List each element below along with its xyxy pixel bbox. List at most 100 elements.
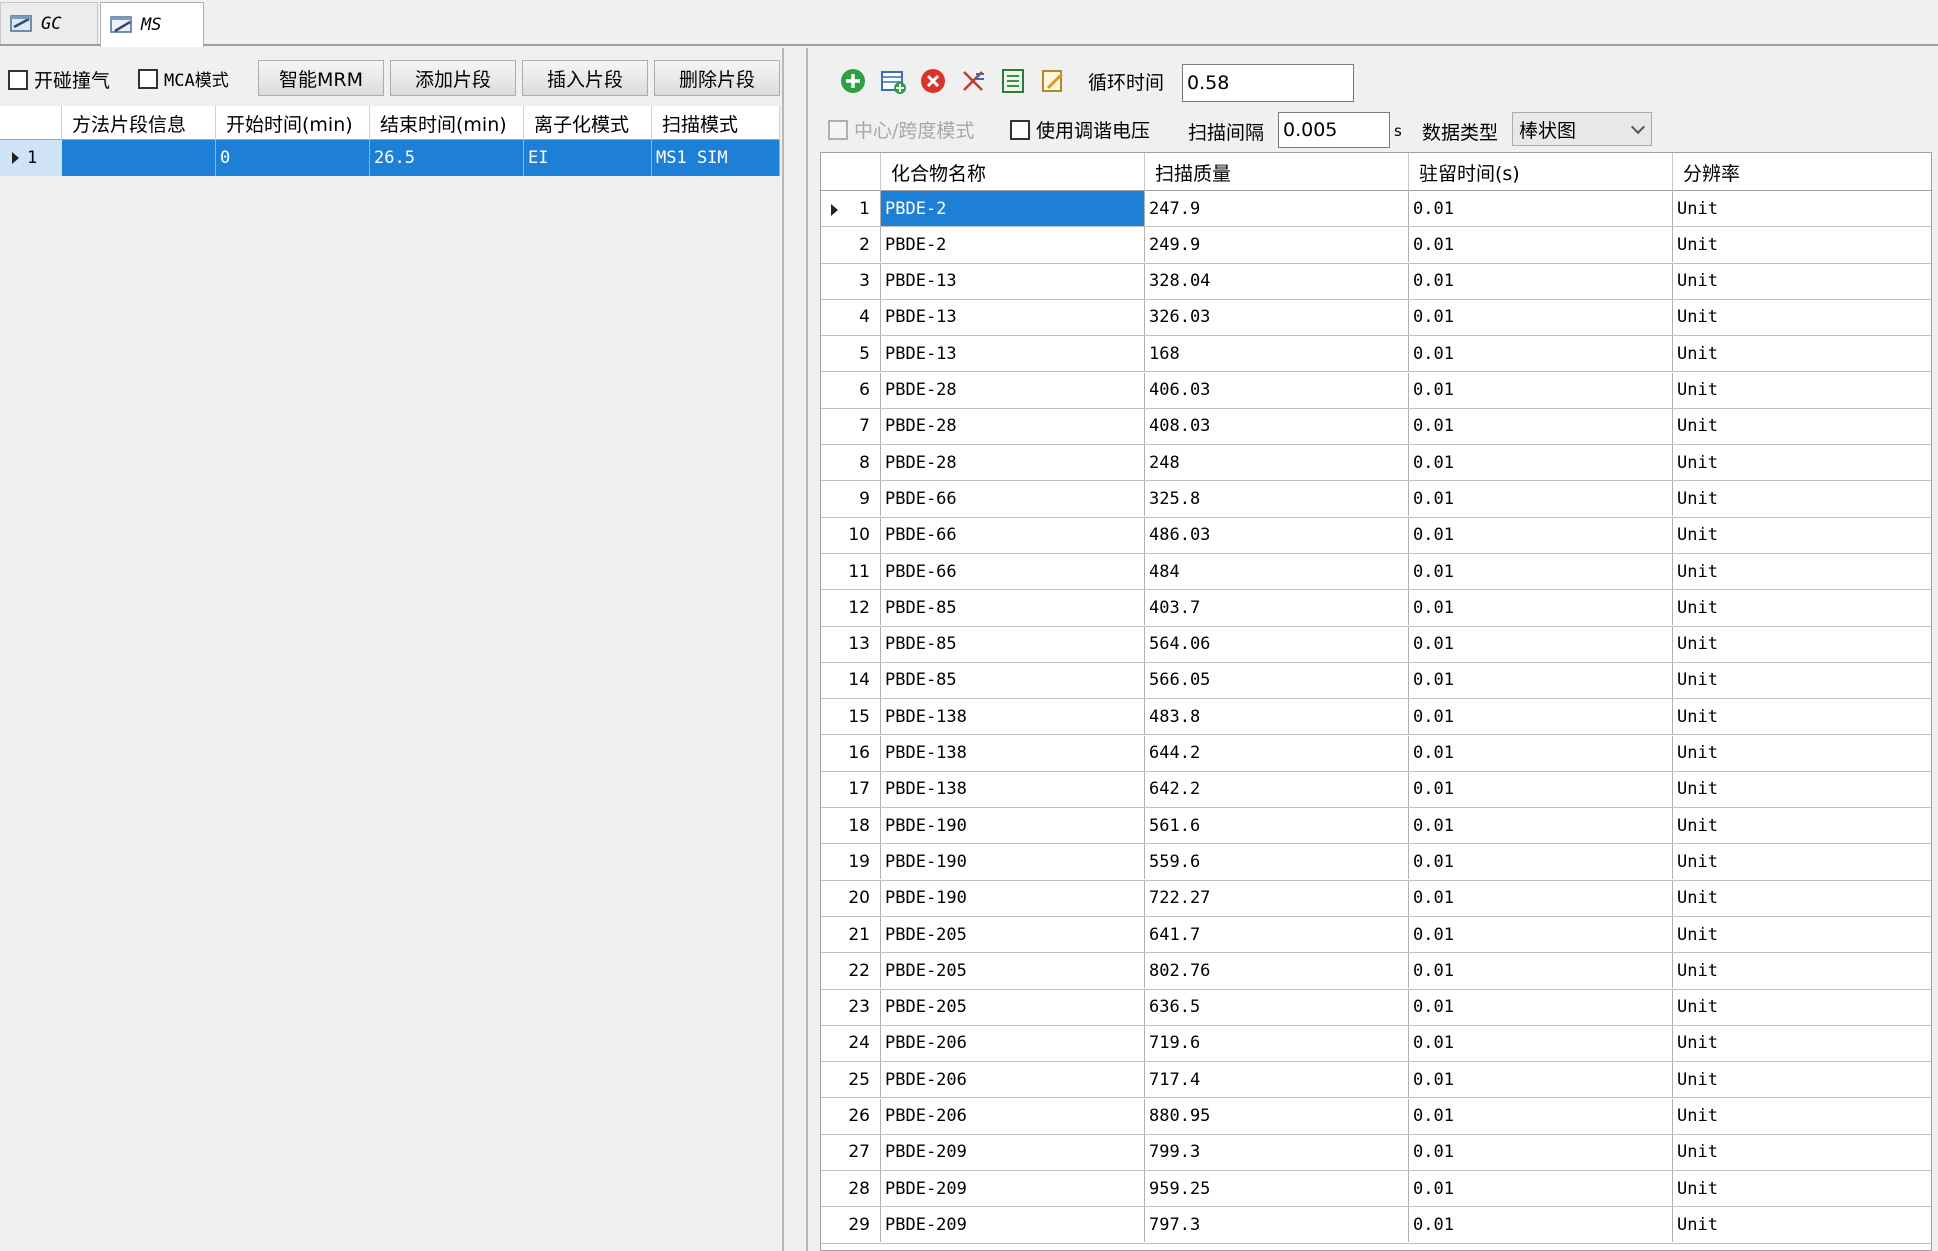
- cell-scan-mass[interactable]: 564.06: [1145, 626, 1409, 662]
- cell-compound-name[interactable]: PBDE-190: [881, 880, 1145, 916]
- cell-scan-mass[interactable]: 561.6: [1145, 808, 1409, 844]
- cell-dwell-time[interactable]: 0.01: [1409, 808, 1673, 844]
- cell-scan-mass[interactable]: 249.9: [1145, 227, 1409, 263]
- cell-resolution[interactable]: Unit: [1673, 445, 1931, 480]
- cell-resolution[interactable]: Unit: [1673, 953, 1931, 988]
- col-scan-mode[interactable]: 扫描模式: [652, 106, 780, 140]
- cell-resolution[interactable]: Unit: [1673, 590, 1931, 625]
- cell-dwell-time[interactable]: 0.01: [1409, 1134, 1673, 1170]
- cell-dwell-time[interactable]: 0.01: [1409, 844, 1673, 880]
- mca-mode-checkbox-box[interactable]: [138, 68, 158, 89]
- cell-dwell-time[interactable]: 0.01: [1409, 336, 1673, 372]
- row-index[interactable]: 18: [821, 808, 881, 844]
- row-index[interactable]: 13: [821, 626, 881, 662]
- cell-resolution[interactable]: Unit: [1673, 191, 1931, 226]
- table-row[interactable]: 1 0 26.5 EI MS1 SIM: [0, 140, 780, 176]
- table-row[interactable]: 7 PBDE-28 408.03 0.01 Unit: [821, 408, 1931, 446]
- cell-scan-mass[interactable]: 717.4: [1145, 1062, 1409, 1098]
- row-index[interactable]: 3: [821, 263, 881, 299]
- cycle-time-input[interactable]: 0.58: [1182, 64, 1354, 102]
- cell-compound-name[interactable]: PBDE-13: [881, 263, 1145, 299]
- row-index[interactable]: 25: [821, 1062, 881, 1098]
- cell-compound-name[interactable]: PBDE-28: [881, 372, 1145, 408]
- col-dwell-time[interactable]: 驻留时间(s): [1409, 153, 1673, 191]
- row-index[interactable]: 29: [821, 1207, 881, 1243]
- cell-dwell-time[interactable]: 0.01: [1409, 626, 1673, 662]
- cell-compound-name[interactable]: PBDE-66: [881, 554, 1145, 589]
- cell-resolution[interactable]: Unit: [1673, 663, 1931, 698]
- cell-compound-name[interactable]: PBDE-85: [881, 626, 1145, 662]
- col-end-time[interactable]: 结束时间(min): [370, 106, 524, 140]
- table-row[interactable]: 8 PBDE-28 248 0.01 Unit: [821, 445, 1931, 482]
- table-row[interactable]: 24 PBDE-206 719.6 0.01 Unit: [821, 1025, 1931, 1063]
- cell-compound-name[interactable]: PBDE-66: [881, 481, 1145, 517]
- row-index[interactable]: 22: [821, 953, 881, 989]
- cell-scan-mass[interactable]: 325.8: [1145, 481, 1409, 517]
- row-index[interactable]: 1: [821, 191, 881, 226]
- cell-dwell-time[interactable]: 0.01: [1409, 372, 1673, 408]
- table-row[interactable]: 14 PBDE-85 566.05 0.01 Unit: [821, 662, 1931, 700]
- cell-dwell-time[interactable]: 0.01: [1409, 1025, 1673, 1061]
- cell-resolution[interactable]: Unit: [1673, 1062, 1931, 1097]
- row-index[interactable]: 5: [821, 336, 881, 372]
- tab-ms[interactable]: MS: [100, 2, 204, 47]
- mca-mode-checkbox[interactable]: MCA模式: [138, 66, 229, 91]
- cell-resolution[interactable]: Unit: [1673, 844, 1931, 879]
- row-index[interactable]: 23: [821, 989, 881, 1025]
- clear-icon[interactable]: [958, 66, 988, 96]
- tab-gc[interactable]: GC: [0, 2, 98, 44]
- insert-row-icon[interactable]: [878, 66, 908, 96]
- table-row[interactable]: 4 PBDE-13 326.03 0.01 Unit: [821, 299, 1931, 337]
- cell-dwell-time[interactable]: 0.01: [1409, 227, 1673, 263]
- cell-scan-mass[interactable]: 802.76: [1145, 953, 1409, 989]
- cell-dwell-time[interactable]: 0.01: [1409, 263, 1673, 299]
- cell-resolution[interactable]: Unit: [1673, 554, 1931, 589]
- cell-compound-name[interactable]: PBDE-2: [881, 227, 1145, 263]
- cell-resolution[interactable]: Unit: [1673, 1207, 1931, 1242]
- cell-dwell-time[interactable]: 0.01: [1409, 1171, 1673, 1207]
- row-index[interactable]: 24: [821, 1025, 881, 1061]
- cell-compound-name[interactable]: PBDE-13: [881, 299, 1145, 335]
- cell-scan-mass[interactable]: 797.3: [1145, 1207, 1409, 1243]
- cell-compound-name[interactable]: PBDE-206: [881, 1025, 1145, 1061]
- col-ion-mode[interactable]: 离子化模式: [524, 106, 652, 140]
- cell-resolution[interactable]: Unit: [1673, 1026, 1931, 1061]
- table-row[interactable]: 22 PBDE-205 802.76 0.01 Unit: [821, 953, 1931, 990]
- cell-resolution[interactable]: Unit: [1673, 373, 1931, 408]
- cell-scan-mass[interactable]: 248: [1145, 445, 1409, 481]
- cell-dwell-time[interactable]: 0.01: [1409, 953, 1673, 989]
- cell-resolution[interactable]: Unit: [1673, 1171, 1931, 1206]
- cell-resolution[interactable]: Unit: [1673, 736, 1931, 771]
- cell-resolution[interactable]: Unit: [1673, 227, 1931, 262]
- cell-scan-mass[interactable]: 408.03: [1145, 408, 1409, 444]
- cell-compound-name[interactable]: PBDE-138: [881, 699, 1145, 735]
- cell-scan-mass[interactable]: 483.8: [1145, 699, 1409, 735]
- row-index[interactable]: 19: [821, 844, 881, 880]
- cell-resolution[interactable]: Unit: [1673, 264, 1931, 299]
- cell-scan-mass[interactable]: 642.2: [1145, 771, 1409, 807]
- table-row[interactable]: 1 PBDE-2 247.9 0.01 Unit: [821, 191, 1931, 228]
- table-row[interactable]: 10 PBDE-66 486.03 0.01 Unit: [821, 517, 1931, 554]
- table-row[interactable]: 15 PBDE-138 483.8 0.01 Unit: [821, 699, 1931, 736]
- table-row[interactable]: 12 PBDE-85 403.7 0.01 Unit: [821, 590, 1931, 627]
- cell-resolution[interactable]: Unit: [1673, 772, 1931, 807]
- import-icon[interactable]: [998, 66, 1028, 96]
- cell-resolution[interactable]: Unit: [1673, 627, 1931, 662]
- delete-icon[interactable]: [918, 66, 948, 96]
- cell-compound-name[interactable]: PBDE-138: [881, 735, 1145, 771]
- cell-resolution[interactable]: Unit: [1673, 409, 1931, 444]
- cell-dwell-time[interactable]: 0.01: [1409, 917, 1673, 952]
- row-index[interactable]: 14: [821, 662, 881, 698]
- scan-table[interactable]: 化合物名称 扫描质量 驻留时间(s) 分辨率 1 PBDE-2 247.9 0.01 U…: [820, 152, 1932, 1251]
- table-row[interactable]: 16 PBDE-138 644.2 0.01 Unit: [821, 735, 1931, 772]
- collision-gas-checkbox[interactable]: 开碰撞气: [8, 66, 110, 93]
- cell-compound-name[interactable]: PBDE-138: [881, 771, 1145, 807]
- cell-dwell-time[interactable]: 0.01: [1409, 299, 1673, 335]
- cell-dwell-time[interactable]: 0.01: [1409, 554, 1673, 589]
- add-segment-button[interactable]: 添加片段: [390, 60, 516, 96]
- cell-ion-mode[interactable]: EI: [524, 140, 652, 176]
- row-index[interactable]: 16: [821, 735, 881, 771]
- cell-scan-mass[interactable]: 403.7: [1145, 590, 1409, 626]
- cell-dwell-time[interactable]: 0.01: [1409, 481, 1673, 517]
- row-index[interactable]: 8: [821, 445, 881, 481]
